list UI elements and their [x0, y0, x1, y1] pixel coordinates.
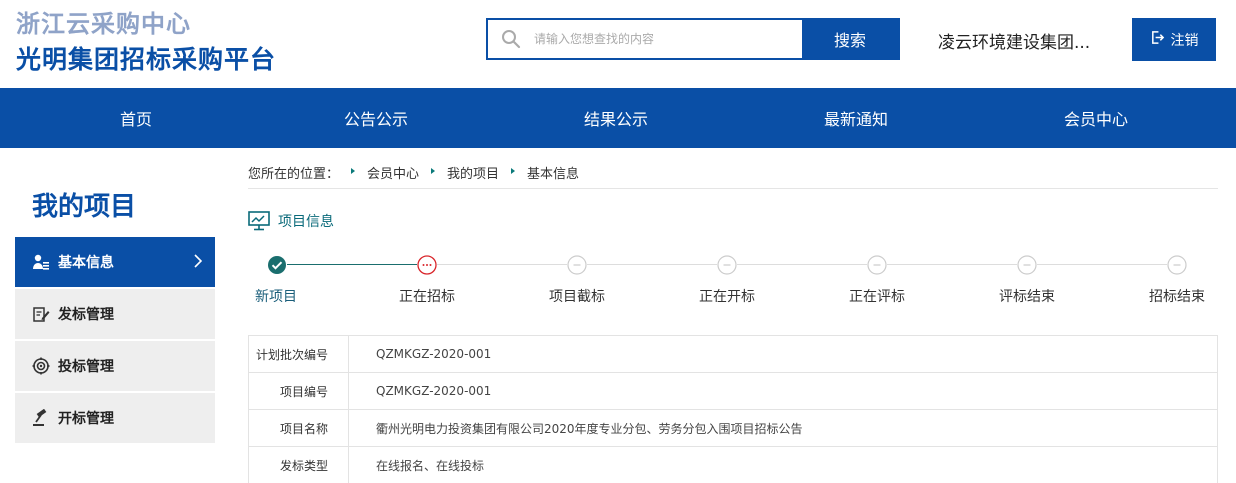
- step-connector: [437, 264, 567, 265]
- nav-item-home[interactable]: 首页: [16, 88, 256, 148]
- step-label: 正在招标: [399, 289, 455, 305]
- field-label: 项目编号: [248, 372, 349, 410]
- step-connector: [587, 264, 717, 265]
- field-value: 在线报名、在线投标: [348, 446, 1218, 483]
- breadcrumb-arrow-icon: [431, 168, 436, 174]
- search-box: 搜索: [486, 18, 900, 60]
- step-connector: [887, 264, 1017, 265]
- field-label: 计划批次编号: [248, 335, 349, 373]
- sidebar-menu: 基本信息 发标管理 投标管理 开标管理: [15, 237, 215, 445]
- monitor-chart-icon: [248, 211, 270, 231]
- table-row: 项目编号 QZMKGZ-2020-001: [248, 372, 1218, 410]
- chevron-right-icon: [193, 253, 203, 273]
- step-label: 正在评标: [849, 289, 905, 305]
- field-value: QZMKGZ-2020-001: [348, 372, 1218, 410]
- breadcrumb-arrow-icon: [351, 168, 356, 174]
- table-row: 发标类型 在线报名、在线投标: [248, 446, 1218, 483]
- logout-icon: [1150, 30, 1165, 49]
- user-name[interactable]: 凌云环境建设集团...: [938, 28, 1090, 53]
- minus-circle-icon: [1017, 255, 1037, 275]
- header: 浙江云采购中心 光明集团招标采购平台 搜索 凌云环境建设集团... 注销: [0, 0, 1236, 88]
- section-heading: 项目信息: [248, 211, 334, 231]
- breadcrumb-arrow-icon: [511, 168, 516, 174]
- search-icon: [488, 20, 534, 58]
- minus-circle-icon: [567, 255, 587, 275]
- step-connector: [1037, 264, 1167, 265]
- step-connector: [287, 264, 417, 265]
- logout-button[interactable]: 注销: [1132, 18, 1216, 61]
- step-connector: [737, 264, 867, 265]
- sidebar-item-label: 发标管理: [58, 307, 114, 323]
- nav-item-notices[interactable]: 最新通知: [736, 88, 976, 148]
- step-label: 评标结束: [999, 289, 1055, 305]
- search-input[interactable]: [534, 20, 802, 58]
- field-label: 项目名称: [248, 409, 349, 447]
- sidebar-item-label: 投标管理: [58, 359, 114, 375]
- nav-item-results[interactable]: 结果公示: [496, 88, 736, 148]
- target-icon: [31, 356, 51, 376]
- breadcrumb-item-basic-info: 基本信息: [527, 167, 580, 182]
- breadcrumb-prefix: 您所在的位置：: [248, 167, 340, 182]
- minus-circle-icon: [717, 255, 737, 275]
- gavel-icon: [31, 408, 51, 428]
- step-label: 新项目: [255, 289, 297, 305]
- table-row: 项目名称 衢州光明电力投资集团有限公司2020年度专业分包、劳务分包入围项目招标…: [248, 409, 1218, 447]
- field-value: 衢州光明电力投资集团有限公司2020年度专业分包、劳务分包入围项目招标公告: [348, 409, 1218, 447]
- section-title: 项目信息: [278, 214, 334, 230]
- minus-circle-icon: [867, 255, 887, 275]
- logo-title-line1: 浙江云采购中心: [16, 10, 191, 38]
- main-nav: 首页 公告公示 结果公示 最新通知 会员中心: [0, 88, 1236, 148]
- sidebar-item-publish-management[interactable]: 发标管理: [15, 289, 215, 339]
- progress-steps: 新项目 正在招标 项目截标 正在开标 正在评标 评标结束 招标结束: [248, 250, 1218, 310]
- breadcrumb-item-member-center[interactable]: 会员中心: [367, 163, 419, 182]
- sidebar-title: 我的项目: [32, 192, 137, 222]
- check-circle-icon: [267, 255, 287, 275]
- breadcrumb-item-my-projects[interactable]: 我的项目: [447, 163, 499, 182]
- sidebar-item-basic-info[interactable]: 基本信息: [15, 237, 215, 287]
- nav-item-member-center[interactable]: 会员中心: [976, 88, 1216, 148]
- minus-circle-icon: [1167, 255, 1187, 275]
- step-label: 招标结束: [1149, 289, 1205, 305]
- user-list-icon: [31, 252, 51, 272]
- field-value: QZMKGZ-2020-001: [348, 335, 1218, 373]
- sidebar-item-opening-management[interactable]: 开标管理: [15, 393, 215, 443]
- sidebar-item-label: 基本信息: [58, 255, 114, 271]
- logout-label: 注销: [1170, 32, 1199, 49]
- field-label: 发标类型: [248, 446, 349, 483]
- sidebar-item-label: 开标管理: [58, 411, 114, 427]
- search-button[interactable]: 搜索: [802, 20, 898, 58]
- step-label: 项目截标: [549, 289, 605, 305]
- step-label: 正在开标: [699, 289, 755, 305]
- nav-item-announcements[interactable]: 公告公示: [256, 88, 496, 148]
- breadcrumb: 您所在的位置： 会员中心 我的项目 基本信息: [248, 163, 1218, 189]
- sidebar-item-bid-management[interactable]: 投标管理: [15, 341, 215, 391]
- more-circle-icon: [417, 255, 437, 275]
- table-row: 计划批次编号 QZMKGZ-2020-001: [248, 335, 1218, 373]
- project-info-table: 计划批次编号 QZMKGZ-2020-001 项目编号 QZMKGZ-2020-…: [248, 335, 1218, 483]
- edit-icon: [31, 304, 51, 324]
- logo-title-line2: 光明集团招标采购平台: [16, 45, 277, 74]
